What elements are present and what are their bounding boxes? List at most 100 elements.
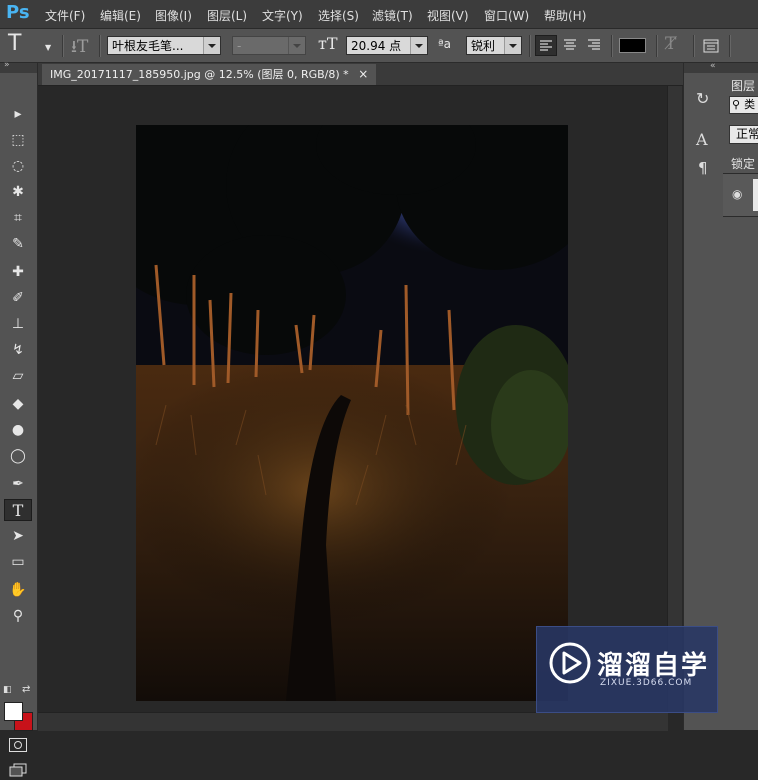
text-orientation-icon[interactable]: ⭳T [71,34,88,63]
clone-stamp-tool[interactable]: ⊥ [4,313,32,335]
horizontal-scrollbar[interactable] [38,712,668,731]
anti-alias-value: 锐利 [471,39,496,53]
font-style-select[interactable]: - [232,36,306,55]
anti-alias-icon: ªa [438,37,452,51]
healing-brush-tool[interactable]: ✚ [4,261,32,283]
move-tool[interactable]: ▸ [4,103,32,125]
character-panel-button[interactable] [702,37,720,55]
type-tool[interactable]: T [4,499,32,521]
font-family-select[interactable]: 叶根友毛笔... [107,36,221,55]
layer-thumbnail [753,179,758,211]
menu-file[interactable]: 文件(F) [45,7,85,24]
align-center-button[interactable] [560,35,582,56]
panel-toggle-icon [703,39,719,53]
align-center-icon [564,39,576,50]
shape-tool[interactable]: ▭ [4,551,32,573]
document-tab-title: IMG_20171117_185950.jpg @ 12.5% (图层 0, R… [50,68,349,81]
play-logo-icon [549,642,591,684]
default-colors-icon[interactable]: ◧ [3,685,12,695]
layers-panel-title[interactable]: 图层 [731,77,755,94]
history-icon[interactable]: ↻ [696,89,709,108]
healing-brush-icon: ✚ [12,264,24,280]
tool-preset-chevron-icon[interactable]: ▼ [45,43,51,52]
blend-mode-select[interactable]: 正常 [729,125,758,144]
hand-tool[interactable]: ✋ [4,579,32,601]
crop-tool[interactable]: ⌗ [4,207,32,229]
night-forest-photo [136,125,568,701]
history-brush-icon: ↯ [12,342,24,358]
menu-edit[interactable]: 编辑(E) [100,7,141,24]
warp-text-icon[interactable]: Ⱦ [665,34,676,54]
layer-row[interactable]: ◉ [723,174,758,216]
menu-view[interactable]: 视图(V) [427,7,469,24]
menu-image[interactable]: 图像(I) [155,7,192,24]
blur-icon: ● [11,422,25,438]
vertical-scrollbar[interactable] [667,86,682,712]
swap-colors-icon[interactable]: ⇄ [22,684,30,695]
align-left-icon [540,40,552,51]
zoom-icon: ⚲ [12,608,24,624]
screen-mode-icon[interactable] [9,763,27,777]
brush-tool[interactable]: ✐ [4,287,32,309]
foreground-color-swatch[interactable] [4,702,23,721]
type-icon: T [12,501,24,520]
magic-wand-icon: ✱ [12,184,24,200]
options-bar: T ▼ ⭳T 叶根友毛笔... - ᴛT 20.94 点 ªa 锐利 Ⱦ [0,29,758,63]
eyedropper-tool[interactable]: ✎ [4,233,32,255]
document-image[interactable] [136,125,568,701]
quick-mask-icon[interactable] [9,738,27,752]
watermark-subtitle: ZIXUE.3D66.COM [600,678,693,688]
marquee-tool[interactable]: ⬚ [4,129,32,151]
path-selection-tool[interactable]: ➤ [4,525,32,547]
pen-icon: ✒ [12,476,24,492]
paragraph-icon[interactable]: ¶ [698,159,708,177]
visibility-eye-icon[interactable]: ◉ [732,187,742,201]
document-tab[interactable]: IMG_20171117_185950.jpg @ 12.5% (图层 0, R… [42,64,377,85]
character-icon[interactable]: A [696,130,708,149]
magic-wand-tool[interactable]: ✱ [4,181,32,203]
menu-layer[interactable]: 图层(L) [207,7,247,24]
menu-bar: Ps 文件(F) 编辑(E) 图像(I) 图层(L) 文字(Y) 选择(S) 滤… [0,0,758,29]
lock-label: 锁定 [731,157,756,171]
font-size-value: 20.94 点 [351,39,402,53]
eraser-icon: ▱ [12,368,24,384]
zoom-tool[interactable]: ⚲ [4,605,32,627]
layer-filter-kind: 类 [744,98,756,111]
chevron-down-icon [410,37,427,54]
brush-icon: ✐ [12,290,24,306]
watermark-badge: 溜溜自学 ZIXUE.3D66.COM [536,626,718,713]
chevron-down-icon [288,37,305,54]
chevron-down-icon [504,37,521,54]
text-color-swatch[interactable] [619,38,646,53]
shape-icon: ▭ [11,554,25,570]
font-family-value: 叶根友毛笔... [112,39,184,53]
menu-type[interactable]: 文字(Y) [262,7,303,24]
photoshop-logo: Ps [6,2,30,23]
watermark-title: 溜溜自学 [597,651,710,681]
marquee-icon: ⬚ [11,132,25,148]
pen-tool[interactable]: ✒ [4,473,32,495]
dodge-tool[interactable]: ◯ [4,445,32,467]
search-icon: ⚲ [732,98,741,111]
collapse-icon[interactable]: « [710,61,716,71]
eraser-tool[interactable]: ▱ [4,365,32,387]
menu-select[interactable]: 选择(S) [318,7,359,24]
align-right-button[interactable] [584,35,606,56]
layer-filter-input[interactable]: ⚲ 类 [729,96,758,114]
crop-icon: ⌗ [14,210,22,226]
paint-bucket-tool[interactable]: ◆ [4,393,32,415]
history-brush-tool[interactable]: ↯ [4,339,32,361]
align-left-button[interactable] [535,35,557,56]
tools-panel-header[interactable]: » [0,60,37,73]
paint-bucket-icon: ◆ [12,396,24,412]
text-tool-icon[interactable]: T [8,31,21,56]
close-icon[interactable]: × [358,67,368,81]
anti-alias-select[interactable]: 锐利 [466,36,522,55]
blur-tool[interactable]: ● [4,419,32,441]
menu-filter[interactable]: 滤镜(T) [372,7,413,24]
move-icon: ▸ [14,106,22,122]
menu-help[interactable]: 帮助(H) [544,7,586,24]
lasso-tool[interactable]: ◌ [4,155,32,177]
menu-window[interactable]: 窗口(W) [484,7,529,24]
font-size-select[interactable]: 20.94 点 [346,36,428,55]
